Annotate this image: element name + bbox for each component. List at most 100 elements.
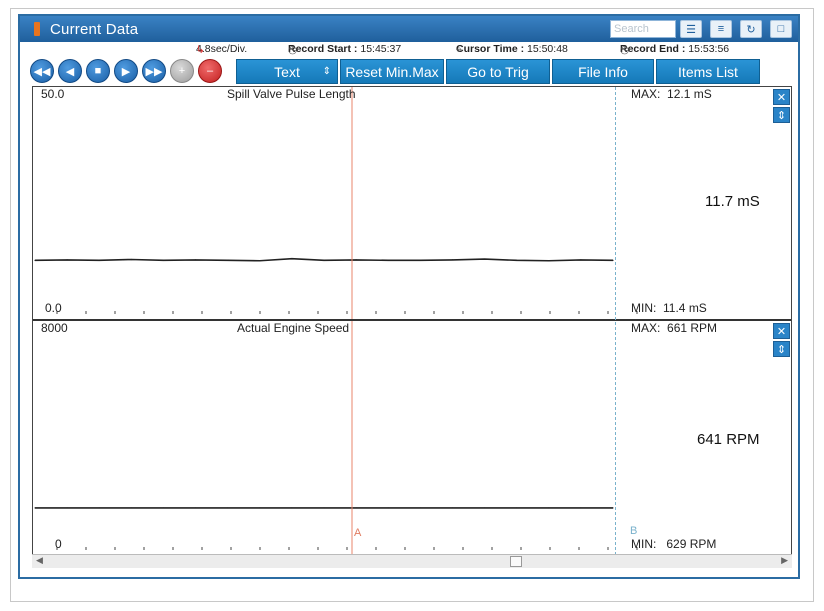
stop-button[interactable]: ■ — [86, 59, 110, 83]
graph2-point-5 — [194, 507, 197, 509]
graph2-point-9 — [323, 507, 325, 509]
graph2-point-4 — [162, 507, 165, 509]
graph1-point-8 — [291, 258, 293, 260]
graph2-current-value: 641 RPM — [697, 431, 760, 448]
graph2-max-value: 661 RPM — [667, 321, 718, 335]
graph2-ymin: 0 — [55, 537, 62, 551]
text-select-label: Text — [274, 63, 300, 80]
scroll-right-icon[interactable]: ▶ — [781, 555, 788, 566]
horizontal-scrollbar[interactable]: ◀ ▶ — [32, 554, 792, 568]
items-list-button[interactable]: Items List — [656, 59, 760, 84]
graph2-point-13 — [451, 507, 454, 509]
graph1-min-value: 11.4 mS — [663, 301, 707, 315]
graph2-point-11 — [387, 507, 389, 509]
record-end-value: 15:53:56 — [688, 43, 730, 55]
search-icon[interactable]: ☰ — [680, 20, 702, 38]
fast-forward-button[interactable]: ▶▶ — [142, 59, 166, 83]
graph1-move-button[interactable]: ⇕ — [773, 107, 790, 123]
text-select-button[interactable]: Text ⇕ — [236, 59, 338, 84]
record-start-value: 15:45:37 — [360, 43, 402, 55]
graph2-point-3 — [130, 507, 132, 509]
graph2-max-label: MAX: — [631, 321, 661, 335]
clock-icon: ◷ — [288, 44, 298, 56]
go-to-trig-button[interactable]: Go to Trig — [446, 59, 550, 84]
zoom-out-button[interactable]: – — [198, 59, 222, 83]
updown-icon: ⇕ — [322, 66, 331, 77]
record-start-label: Record Start : — [288, 43, 358, 55]
graph1-point-1 — [66, 259, 68, 261]
graph1-point-0 — [34, 259, 36, 261]
current-data-window: Current Data Search ☰ ≡ ↻ □ ↳ 4.8sec/Div… — [18, 14, 800, 579]
graph1-point-5 — [194, 259, 197, 261]
info-bar: ↳ 4.8sec/Div. ◷ Record Start : 15:45:37 … — [20, 42, 798, 56]
graph2-min-value: 629 RPM — [666, 537, 717, 551]
graph1-point-9 — [323, 259, 325, 261]
graph1-point-6 — [227, 259, 229, 261]
window-title: Current Data — [50, 20, 139, 38]
graph1-point-18 — [612, 259, 614, 261]
graph1-close-button[interactable]: ✕ — [773, 89, 790, 105]
cursor-icon: ⌖ — [456, 44, 462, 56]
record-end-label: Record End : — [620, 43, 686, 55]
scroll-left-icon[interactable]: ◀ — [36, 555, 43, 566]
cursor-a-label: A — [354, 527, 362, 539]
graph2-point-7 — [259, 507, 261, 509]
graph1-point-17 — [580, 259, 582, 261]
graph1-max: MAX: 12.1 mS — [631, 87, 712, 101]
graph1-point-3 — [130, 258, 132, 261]
graph2-max: MAX: 661 RPM — [631, 321, 717, 335]
graph2-point-1 — [66, 507, 68, 509]
window-icon[interactable]: □ — [770, 20, 792, 38]
graph2-point-15 — [516, 507, 518, 509]
graph1-ymax: 50.0 — [41, 87, 65, 101]
graph1-ymin: 0.0 — [45, 301, 62, 315]
end-clock-icon: ◷ — [620, 44, 630, 56]
graph1-min-label: MIN: — [631, 301, 657, 315]
graph1-point-10 — [355, 259, 357, 261]
graph1-point-14 — [483, 258, 486, 260]
graph1-min: MIN: 11.4 mS — [631, 301, 707, 315]
graph2-point-16 — [548, 507, 550, 509]
graph1-point-15 — [516, 259, 518, 261]
graph1-max-label: MAX: — [631, 87, 661, 101]
list-icon[interactable]: ≡ — [710, 20, 732, 38]
title-bar: Current Data Search ☰ ≡ ↻ □ — [20, 16, 798, 42]
graph1-point-11 — [387, 259, 389, 261]
graph1-point-7 — [259, 260, 261, 262]
flag-icon — [34, 22, 40, 36]
graph2-point-0 — [34, 507, 36, 509]
graph2-move-button[interactable]: ⇕ — [773, 341, 790, 357]
graph2-ymax: 8000 — [41, 321, 68, 335]
graph2-close-button[interactable]: ✕ — [773, 323, 790, 339]
graph1-title: Spill Valve Pulse Length — [227, 87, 356, 101]
graph2-min: MIN: 629 RPM — [631, 537, 716, 551]
graph2-point-12 — [419, 507, 421, 509]
graph2-point-10 — [355, 507, 357, 509]
rewind-button[interactable]: ◀◀ — [30, 59, 54, 83]
graph2-min-label: MIN: — [631, 537, 657, 551]
reset-min-max-button[interactable]: Reset Min.Max — [340, 59, 444, 84]
play-button[interactable]: ▶ — [114, 59, 138, 83]
toolbar: ◀◀ ◀ ■ ▶ ▶▶ + – Text ⇕ Reset Min.Max Go … — [20, 57, 798, 85]
graph1-max-value: 12.1 mS — [667, 87, 712, 101]
graph2-point-6 — [227, 507, 229, 509]
graph2-point-2 — [98, 507, 100, 509]
zoom-in-button[interactable]: + — [170, 59, 194, 83]
graph2-title: Actual Engine Speed — [237, 321, 350, 335]
previous-button[interactable]: ◀ — [58, 59, 82, 83]
cursor-time-value: 15:50:48 — [527, 43, 568, 55]
retry-icon[interactable]: ↻ — [740, 20, 762, 38]
graph1-point-16 — [548, 260, 550, 262]
graph1-point-13 — [451, 259, 454, 261]
cursor-time-label: Cursor Time : — [456, 43, 525, 55]
scroll-thumb[interactable] — [510, 556, 522, 567]
value-panel-divider — [615, 87, 616, 555]
graph2-point-8 — [291, 507, 293, 509]
plot-area: 50.0 Spill Valve Pulse Length 0.0 MAX: 1… — [32, 86, 792, 556]
graph2-point-14 — [483, 507, 486, 509]
graph2-point-18 — [612, 507, 614, 509]
graph2-point-17 — [580, 507, 582, 509]
time-div-icon: ↳ — [196, 44, 205, 56]
search-input[interactable]: Search — [610, 20, 676, 38]
file-info-button[interactable]: File Info — [552, 59, 654, 84]
